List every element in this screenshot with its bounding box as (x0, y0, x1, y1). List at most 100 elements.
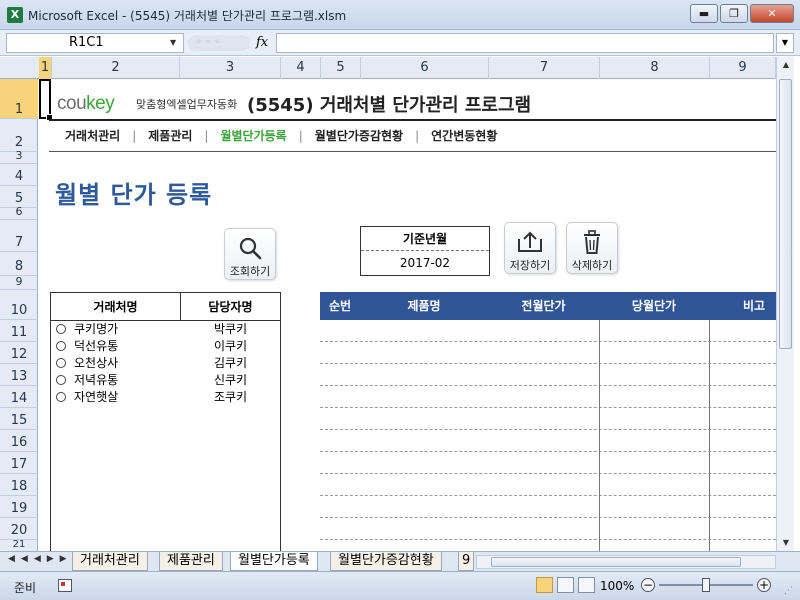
page-break-view-button[interactable] (578, 577, 595, 593)
radio-button[interactable] (56, 358, 66, 368)
page-layout-view-button[interactable] (557, 577, 574, 593)
row-header[interactable]: 17 (0, 452, 38, 474)
row-header[interactable]: 13 (0, 364, 38, 386)
restore-button[interactable]: ❐ (720, 4, 748, 23)
radio-button[interactable] (56, 341, 66, 351)
row-header[interactable]: 10 (0, 290, 38, 320)
sheet-tab-active[interactable]: 월별단가등록 (230, 552, 318, 571)
normal-view-button[interactable] (536, 577, 553, 593)
formula-input[interactable] (276, 33, 774, 53)
sheet-nav-arrows-icon[interactable]: ◀◀◀▶▶ (8, 554, 73, 564)
worksheet[interactable]: coukey 맞춤형엑셀업무자동화 (5545) 거래처별 단가관리 프로그램 … (39, 79, 776, 551)
client-row[interactable]: 저녁유통 신쿠키 (51, 372, 280, 389)
row-header[interactable]: 14 (0, 386, 38, 408)
vertical-scroll-thumb[interactable] (779, 79, 792, 349)
column-header[interactable]: 3 (180, 57, 281, 79)
horizontal-scrollbar[interactable] (476, 555, 776, 569)
table-row[interactable] (320, 430, 776, 452)
menu-annual-change[interactable]: 연간변동현황 (419, 127, 509, 144)
row-header[interactable]: 4 (0, 164, 38, 186)
sheet-tab[interactable]: 9 (458, 552, 474, 571)
row-header[interactable]: 19 (0, 496, 38, 518)
macro-record-icon[interactable] (58, 579, 72, 592)
table-row[interactable] (320, 386, 776, 408)
table-row[interactable] (320, 496, 776, 518)
column-header[interactable]: 8 (600, 57, 710, 79)
column-header[interactable]: 7 (489, 57, 600, 79)
table-row[interactable] (320, 364, 776, 386)
table-row[interactable] (320, 320, 776, 342)
column-header[interactable]: 1 (39, 57, 52, 79)
table-row[interactable] (320, 408, 776, 430)
menu-monthly-price-change[interactable]: 월별단가증감현황 (303, 127, 415, 144)
save-button[interactable]: 저장하기 (504, 222, 556, 274)
horizontal-scroll-thumb[interactable] (491, 557, 741, 567)
zoom-slider-thumb[interactable] (702, 578, 710, 592)
scroll-down-icon[interactable]: ▼ (777, 535, 795, 551)
row-header[interactable]: 6 (0, 205, 38, 220)
client-row[interactable]: 덕선유통 이쿠키 (51, 338, 280, 355)
excel-icon[interactable]: X (7, 7, 23, 23)
manager-name: 조쿠키 (213, 390, 248, 404)
zoom-out-button[interactable]: − (641, 578, 655, 592)
client-list-table: 거래처명 담당자명 쿠키명가 박쿠키 덕선유통 이쿠키 오천상사 김쿠키 저녁유… (50, 292, 281, 551)
upload-icon (518, 231, 542, 252)
menu-monthly-price-entry[interactable]: 월별단가등록 (208, 127, 298, 144)
search-button[interactable]: 조회하기 (224, 228, 276, 280)
row-header[interactable]: 11 (0, 320, 38, 342)
name-box[interactable]: R1C1 (6, 33, 184, 53)
row-header[interactable]: 3 (0, 149, 38, 164)
name-box-dropdown-icon[interactable]: ▼ (170, 38, 176, 47)
row-header[interactable]: 20 (0, 518, 38, 540)
base-month-input[interactable]: 2017-02 (361, 251, 489, 275)
row-header[interactable]: 16 (0, 430, 38, 452)
menu-product-management[interactable]: 제품관리 (136, 127, 204, 144)
selected-cell[interactable] (39, 79, 53, 121)
delete-button[interactable]: 삭제하기 (566, 222, 618, 274)
formula-bar-grip[interactable]: ◦ ◦ ◦ (188, 35, 250, 51)
manager-name: 박쿠키 (213, 322, 248, 336)
row-header[interactable]: 1 (0, 79, 38, 119)
sheet-tab[interactable]: 월별단가증감현황 (330, 552, 442, 571)
table-row[interactable] (320, 518, 776, 540)
client-table-header: 거래처명 담당자명 (51, 293, 280, 321)
client-name: 쿠키명가 (74, 322, 119, 336)
column-header[interactable]: 4 (281, 57, 321, 79)
client-name: 덕선유통 (74, 339, 119, 353)
row-header[interactable]: 21 (0, 539, 38, 551)
vertical-scrollbar[interactable]: ▲ ▼ (776, 57, 794, 551)
row-header[interactable]: 8 (0, 252, 38, 276)
expand-formula-bar-icon[interactable]: ▼ (776, 33, 794, 53)
menu-client-management[interactable]: 거래처관리 (53, 127, 132, 144)
row-header[interactable]: 9 (0, 275, 38, 290)
close-button[interactable]: ✕ (750, 4, 794, 23)
scroll-up-icon[interactable]: ▲ (777, 57, 795, 73)
row-header[interactable]: 15 (0, 408, 38, 430)
delete-button-label: 삭제하기 (571, 259, 613, 272)
row-header[interactable]: 18 (0, 474, 38, 496)
client-row[interactable]: 자연햇살 조쿠키 (51, 389, 280, 406)
table-row[interactable] (320, 474, 776, 496)
column-header[interactable]: 2 (52, 57, 180, 79)
column-header[interactable]: 5 (321, 57, 361, 79)
zoom-level[interactable]: 100% (600, 579, 634, 593)
column-header[interactable]: 9 (710, 57, 776, 79)
client-row[interactable]: 쿠키명가 박쿠키 (51, 321, 280, 338)
zoom-in-button[interactable]: + (757, 578, 771, 592)
row-header[interactable]: 7 (0, 220, 38, 252)
insert-function-icon[interactable]: fx (256, 35, 268, 50)
resize-grip-icon[interactable]: ⋰ (784, 586, 796, 598)
column-header[interactable]: 6 (361, 57, 489, 79)
table-row[interactable] (320, 342, 776, 364)
radio-button[interactable] (56, 324, 66, 334)
sheet-tab[interactable]: 거래처관리 (72, 552, 148, 571)
row-header[interactable]: 12 (0, 342, 38, 364)
client-row[interactable]: 오천상사 김쿠키 (51, 355, 280, 372)
radio-button[interactable] (56, 375, 66, 385)
table-row[interactable] (320, 452, 776, 474)
minimize-button[interactable]: ▬ (690, 4, 718, 23)
price-table-header: 순번 제품명 전월단가 당월단가 비고 (320, 292, 776, 320)
radio-button[interactable] (56, 392, 66, 402)
sheet-tab[interactable]: 제품관리 (159, 552, 223, 571)
row-header[interactable]: 2 (0, 119, 38, 152)
